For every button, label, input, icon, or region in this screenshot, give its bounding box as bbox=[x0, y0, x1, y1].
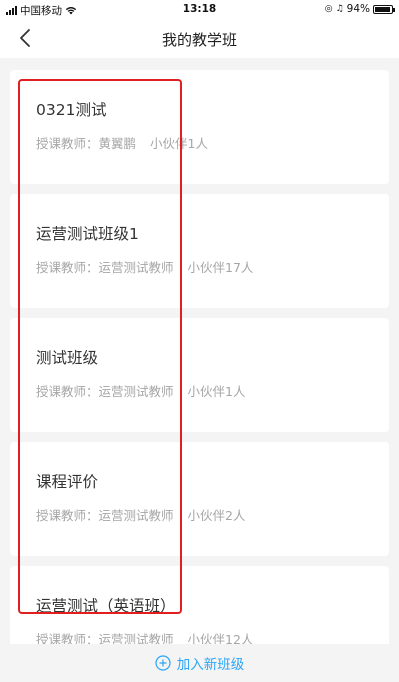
class-name: 课程评价 bbox=[36, 473, 99, 491]
status-bar: 中国移动 13:18 ◎ ♫ 94% bbox=[0, 0, 399, 18]
class-members: 小伙伴1人 bbox=[150, 136, 208, 151]
class-members: 小伙伴1人 bbox=[187, 384, 246, 399]
join-class-button[interactable]: 加入新班级 bbox=[0, 651, 399, 675]
nav-bar: 我的教学班 bbox=[0, 18, 399, 58]
class-teacher: 授课教师：运营测试教师 bbox=[36, 384, 174, 399]
class-name: 测试班级 bbox=[36, 349, 99, 367]
class-members: 小伙伴17人 bbox=[187, 260, 254, 275]
class-name: 运营测试班级1 bbox=[36, 225, 139, 243]
join-class-label: 加入新班级 bbox=[176, 657, 245, 673]
battery-label: 94% bbox=[346, 3, 370, 15]
headphones-icon: ♫ bbox=[335, 4, 344, 14]
class-name: 0321测试 bbox=[36, 101, 107, 119]
status-right: ◎ ♫ 94% bbox=[324, 3, 395, 15]
class-card-5[interactable]: 运营测试（英语班） 授课教师：运营测试教师 小伙伴12人 bbox=[10, 566, 389, 644]
class-card-4[interactable]: 课程评价 授课教师：运营测试教师 小伙伴2人 bbox=[10, 442, 389, 556]
class-meta: 授课教师：运营测试教师 小伙伴2人 bbox=[36, 505, 245, 524]
class-teacher: 授课教师：运营测试教师 bbox=[36, 632, 174, 644]
class-members: 小伙伴2人 bbox=[187, 508, 246, 523]
class-meta: 授课教师：运营测试教师 小伙伴1人 bbox=[36, 381, 245, 400]
alarm-icon: ◎ bbox=[324, 4, 333, 14]
class-list[interactable]: 0321测试 授课教师：黄翼鹏 小伙伴1人 运营测试班级1 授课教师：运营测试教师… bbox=[0, 64, 399, 644]
class-members: 小伙伴12人 bbox=[187, 632, 254, 644]
footer: 加入新班级 bbox=[0, 644, 399, 682]
class-card-1[interactable]: 0321测试 授课教师：黄翼鹏 小伙伴1人 bbox=[10, 70, 389, 184]
class-meta: 授课教师：运营测试教师 小伙伴12人 bbox=[36, 629, 253, 644]
class-card-3[interactable]: 测试班级 授课教师：运营测试教师 小伙伴1人 bbox=[10, 318, 389, 432]
class-meta: 授课教师：运营测试教师 小伙伴17人 bbox=[36, 257, 253, 276]
battery-icon bbox=[373, 4, 395, 14]
class-teacher: 授课教师：运营测试教师 bbox=[36, 260, 174, 275]
class-meta: 授课教师：黄翼鹏 小伙伴1人 bbox=[36, 133, 208, 152]
class-name: 运营测试（英语班） bbox=[36, 597, 176, 615]
class-teacher: 授课教师：运营测试教师 bbox=[36, 508, 174, 523]
class-card-2[interactable]: 运营测试班级1 授课教师：运营测试教师 小伙伴17人 bbox=[10, 194, 389, 308]
plus-circle-icon bbox=[155, 655, 171, 671]
class-teacher: 授课教师：黄翼鹏 bbox=[36, 136, 137, 151]
page-title: 我的教学班 bbox=[161, 31, 237, 49]
